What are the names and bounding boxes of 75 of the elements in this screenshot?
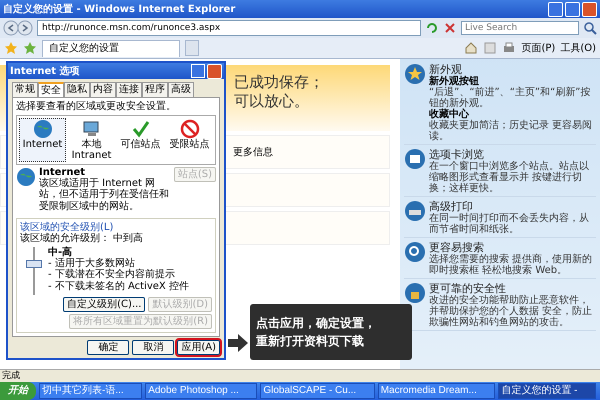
feature-description: “后退”、“前进”、“主页”和“刷新”按钮的新外观。	[429, 87, 592, 109]
search-field[interactable]: Live Search	[461, 21, 579, 35]
page-menu[interactable]: 页面(P)	[521, 41, 556, 55]
callout-text: 点击应用，确定设置，	[256, 314, 377, 332]
close-button[interactable]	[207, 64, 222, 78]
zone-description: 该区域适用于 Internet 网站，但不适用于列在受信任和受限制区域中的网站。	[39, 178, 170, 212]
feature-title: 高级打印	[429, 200, 474, 213]
address-field[interactable]: http://runonce.msn.com/runonce3.aspx	[37, 20, 421, 36]
no-entry-icon	[180, 118, 200, 138]
feature-description: 在一个窗口中浏览多个站点。站点以缩略图形式查看显示并 按键进行切换；这样更快。	[429, 161, 590, 194]
close-button[interactable]	[582, 2, 597, 16]
dialog-tab[interactable]: 程序	[142, 82, 168, 97]
feature-title: 更容易搜索	[429, 241, 485, 254]
level-point: - 适用于大多数网站	[48, 258, 136, 268]
add-favorite-icon[interactable]	[23, 41, 37, 55]
allowed-levels-text: 该区域的允许级别： 中到高	[20, 233, 144, 244]
feature-title: 选项卡浏览	[429, 148, 484, 161]
window-title: 自定义您的设置 - Windows Internet Explorer	[3, 2, 236, 16]
stop-icon[interactable]	[443, 21, 457, 35]
feature-description: 选择您需要的搜索 提供商，使用新的即时搜索框 轻松地搜索 Web。	[429, 254, 594, 276]
globe-icon	[32, 118, 52, 138]
help-button[interactable]	[191, 64, 205, 78]
dialog-button[interactable]: 应用(A)	[177, 340, 220, 354]
back-forward-icon[interactable]	[3, 20, 33, 36]
custom-level-button[interactable]: 自定义级别(C)...	[63, 296, 146, 312]
taskbar-item[interactable]: Macromedia Dream...	[378, 383, 496, 399]
checkmark-icon	[130, 118, 150, 138]
refresh-icon[interactable]	[425, 21, 439, 35]
zone-heading: Internet	[39, 166, 86, 178]
heading-text: 可以放心。	[234, 92, 310, 111]
feature-description: 收藏夹更加简洁；历史记录 更容易阅读。	[429, 120, 594, 142]
heading-text: 已成功保存；	[234, 73, 325, 92]
group-label: 该区域的安全级别(L)	[20, 222, 114, 233]
slider-thumb[interactable]	[26, 260, 42, 268]
dialog-tab[interactable]: 连接	[116, 82, 142, 97]
dialog-tab[interactable]: 内容	[90, 82, 116, 97]
zone-item[interactable]: 可信站点	[117, 118, 164, 162]
callout-text: 重新打开资料页下载	[256, 332, 365, 350]
home-icon[interactable]	[464, 41, 478, 55]
star-icon[interactable]	[4, 41, 18, 55]
taskbar-item[interactable]: GlobalSCAPE - Cu...	[260, 383, 375, 399]
security-slider[interactable]	[26, 246, 42, 294]
computer-icon	[82, 118, 102, 138]
feature-subtitle: 新外观按钮	[429, 76, 480, 87]
dialog-title: Internet 选项	[10, 64, 80, 78]
dialog-tab[interactable]: 安全	[38, 82, 64, 97]
maximize-button[interactable]	[565, 2, 580, 16]
dialog-tab[interactable]: 高级	[168, 82, 194, 97]
feature-title: 新外观	[429, 63, 462, 76]
tools-menu[interactable]: 工具(O)	[560, 41, 596, 55]
zone-item[interactable]: 受限站点	[166, 118, 213, 162]
feature-subtitle: 收藏中心	[429, 109, 470, 120]
zone-item[interactable]: 本地 Intranet	[68, 118, 115, 162]
level-name: 中-高	[48, 246, 74, 258]
level-point: - 不下载未签名的 ActiveX 控件	[48, 280, 189, 292]
feature-description: 改进的安全功能帮助防止恶意软件，并帮助保护您的个人数据 安全，防止欺骗性网站和钓鱼网站的攻击。	[429, 295, 594, 328]
zone-item[interactable]: Internet	[19, 118, 66, 162]
status-text: 完成	[2, 371, 20, 381]
browser-tab[interactable]: 自定义您的设置	[42, 40, 180, 56]
level-point: - 下载潜在不安全内容前提示	[48, 269, 176, 280]
more-info-link[interactable]: 更多信息	[233, 145, 273, 159]
dialog-tab[interactable]: 隐私	[64, 82, 90, 97]
dialog-tab[interactable]: 常规	[12, 82, 38, 97]
minimize-button[interactable]	[548, 2, 563, 16]
start-button[interactable]: 开始	[0, 382, 36, 400]
taskbar-item[interactable]: 切中其它列表-语...	[39, 383, 142, 399]
globe-icon	[16, 166, 36, 186]
feature-description: 在同一时间打印而不会丢失内容，从而节省时间和纸张。	[429, 213, 590, 235]
dialog-button[interactable]: 取消	[132, 340, 174, 354]
instruction-text: 选择要查看的区域或更改安全设置。	[16, 101, 177, 112]
taskbar-item[interactable]: 自定义您的设置 -	[498, 383, 596, 399]
taskbar-item[interactable]: Adobe Photoshop ...	[145, 383, 258, 399]
arrow-icon	[228, 334, 248, 352]
dialog-button[interactable]: 确定	[87, 340, 130, 354]
feature-title: 更可靠的安全性	[429, 282, 506, 295]
